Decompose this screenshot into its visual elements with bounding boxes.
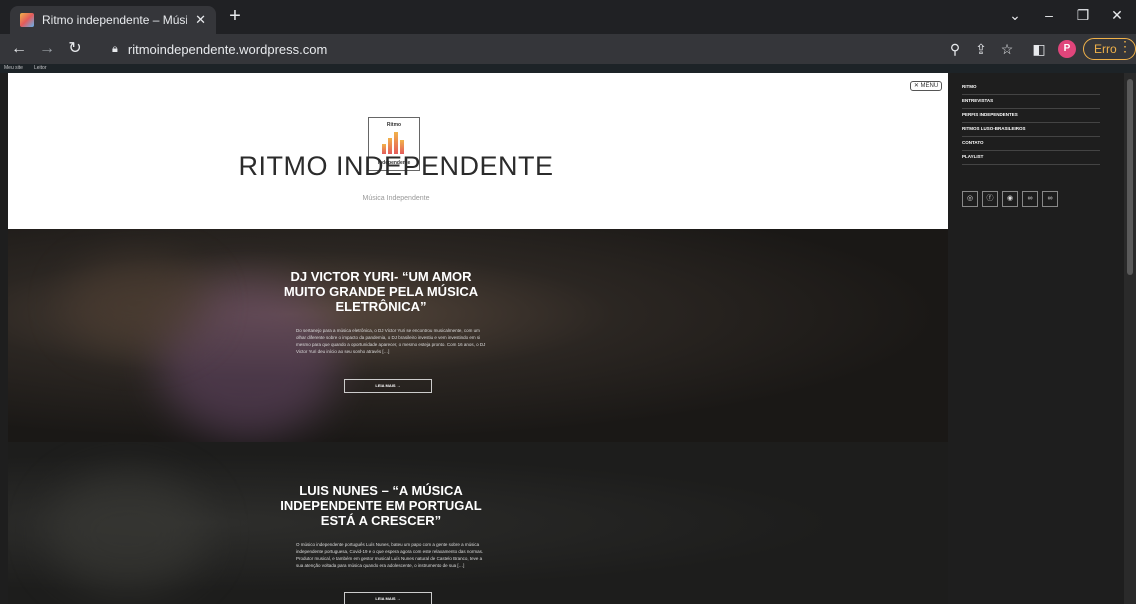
menu-item-entrevistas[interactable]: ENTREVISTAS xyxy=(962,95,1100,109)
wp-reader-link[interactable]: Leitor xyxy=(34,64,47,73)
lock-icon: 🔒︎ xyxy=(112,42,118,55)
wp-my-site-link[interactable]: Meu site xyxy=(4,64,23,73)
browser-toolbar: ← → ↻ 🔒︎ ritmoindependente.wordpress.com… xyxy=(0,34,1136,64)
menu-item-ritmos-luso-brasileiros[interactable]: RITMOS LUSO-BRASILEIROS xyxy=(962,123,1100,137)
post-title[interactable]: DJ VICTOR YURI- “UM AMOR MUITO GRANDE PE… xyxy=(276,269,486,314)
facebook-icon[interactable]: ⓕ xyxy=(982,191,998,207)
side-panel-icon[interactable]: ◧ xyxy=(1030,40,1048,58)
forward-arrow-icon[interactable]: → xyxy=(36,38,58,60)
tab-title: Ritmo independente – Música In xyxy=(42,13,187,27)
link-icon[interactable]: ∞ xyxy=(1022,191,1038,207)
read-more-button[interactable]: LEIA MAIS → xyxy=(344,379,432,393)
close-window-button[interactable]: ✕ xyxy=(1102,4,1132,28)
site-header: Ritmo Independente RITMO INDEPENDENTE Mú… xyxy=(8,73,948,229)
menu-item-ritmo[interactable]: RITMO xyxy=(962,81,1100,95)
scrollbar-thumb[interactable] xyxy=(1127,79,1133,275)
browser-tab[interactable]: Ritmo independente – Música In ✕ xyxy=(10,6,216,34)
back-arrow-icon[interactable]: ← xyxy=(8,38,30,60)
profile-avatar[interactable]: P xyxy=(1058,40,1076,58)
post-image-glow xyxy=(68,259,208,349)
menu-toggle-button[interactable]: ✕ MENU xyxy=(910,81,942,91)
link-icon[interactable]: ∞ xyxy=(1042,191,1058,207)
post-card: DJ VICTOR YURI- “UM AMOR MUITO GRANDE PE… xyxy=(8,229,948,442)
menu-item-contato[interactable]: CONTATO xyxy=(962,137,1100,151)
bookmark-star-icon[interactable]: ☆ xyxy=(998,40,1016,58)
address-bar[interactable]: 🔒︎ ritmoindependente.wordpress.com xyxy=(100,37,980,61)
spotify-icon[interactable]: ◉ xyxy=(1002,191,1018,207)
restore-button[interactable]: ❐ xyxy=(1068,4,1098,28)
reload-icon[interactable]: ↻ xyxy=(64,38,86,60)
side-menu: RITMO ENTREVISTAS PERFIS INDEPENDENTES R… xyxy=(948,73,1124,604)
site-favicon-icon xyxy=(20,13,34,27)
post-excerpt: Do sertanejo para a música eletrônica, o… xyxy=(296,328,486,354)
post-image-glow xyxy=(48,472,208,592)
menu-item-playlist[interactable]: PLAYLIST xyxy=(962,151,1100,165)
new-tab-button[interactable]: + xyxy=(224,6,246,28)
share-icon[interactable]: ⇪ xyxy=(972,40,990,58)
wp-admin-bar: Meu site Leitor xyxy=(0,64,1136,73)
read-more-button[interactable]: LEIA MAIS → xyxy=(344,592,432,604)
tab-close-icon[interactable]: ✕ xyxy=(195,12,206,28)
instagram-icon[interactable]: ◎ xyxy=(962,191,978,207)
post-title[interactable]: LUIS NUNES – “A MÚSICA INDEPENDENTE EM P… xyxy=(276,483,486,528)
url-text: ritmoindependente.wordpress.com xyxy=(127,41,328,57)
post-card: LUIS NUNES – “A MÚSICA INDEPENDENTE EM P… xyxy=(8,442,948,604)
site-title[interactable]: RITMO INDEPENDENTE xyxy=(8,151,784,182)
menu-item-perfis-independentes[interactable]: PERFIS INDEPENDENTES xyxy=(962,109,1100,123)
minimize-button[interactable]: – xyxy=(1034,4,1064,28)
page-scrollbar[interactable] xyxy=(1124,73,1136,604)
site-tagline: Música Independente xyxy=(362,195,430,202)
tab-search-icon[interactable]: ⌄ xyxy=(1000,4,1030,28)
post-excerpt: O músico independente português Luís Nun… xyxy=(296,542,484,568)
page-content: Ritmo Independente RITMO INDEPENDENTE Mú… xyxy=(0,73,1136,604)
logo-text-top: Ritmo xyxy=(386,122,402,128)
more-menu-icon[interactable]: ⋮ xyxy=(1118,38,1132,55)
browser-tabbar: Ritmo independente – Música In ✕ + ⌄ – ❐… xyxy=(0,0,1136,34)
zoom-icon[interactable]: ⚲ xyxy=(946,40,964,58)
